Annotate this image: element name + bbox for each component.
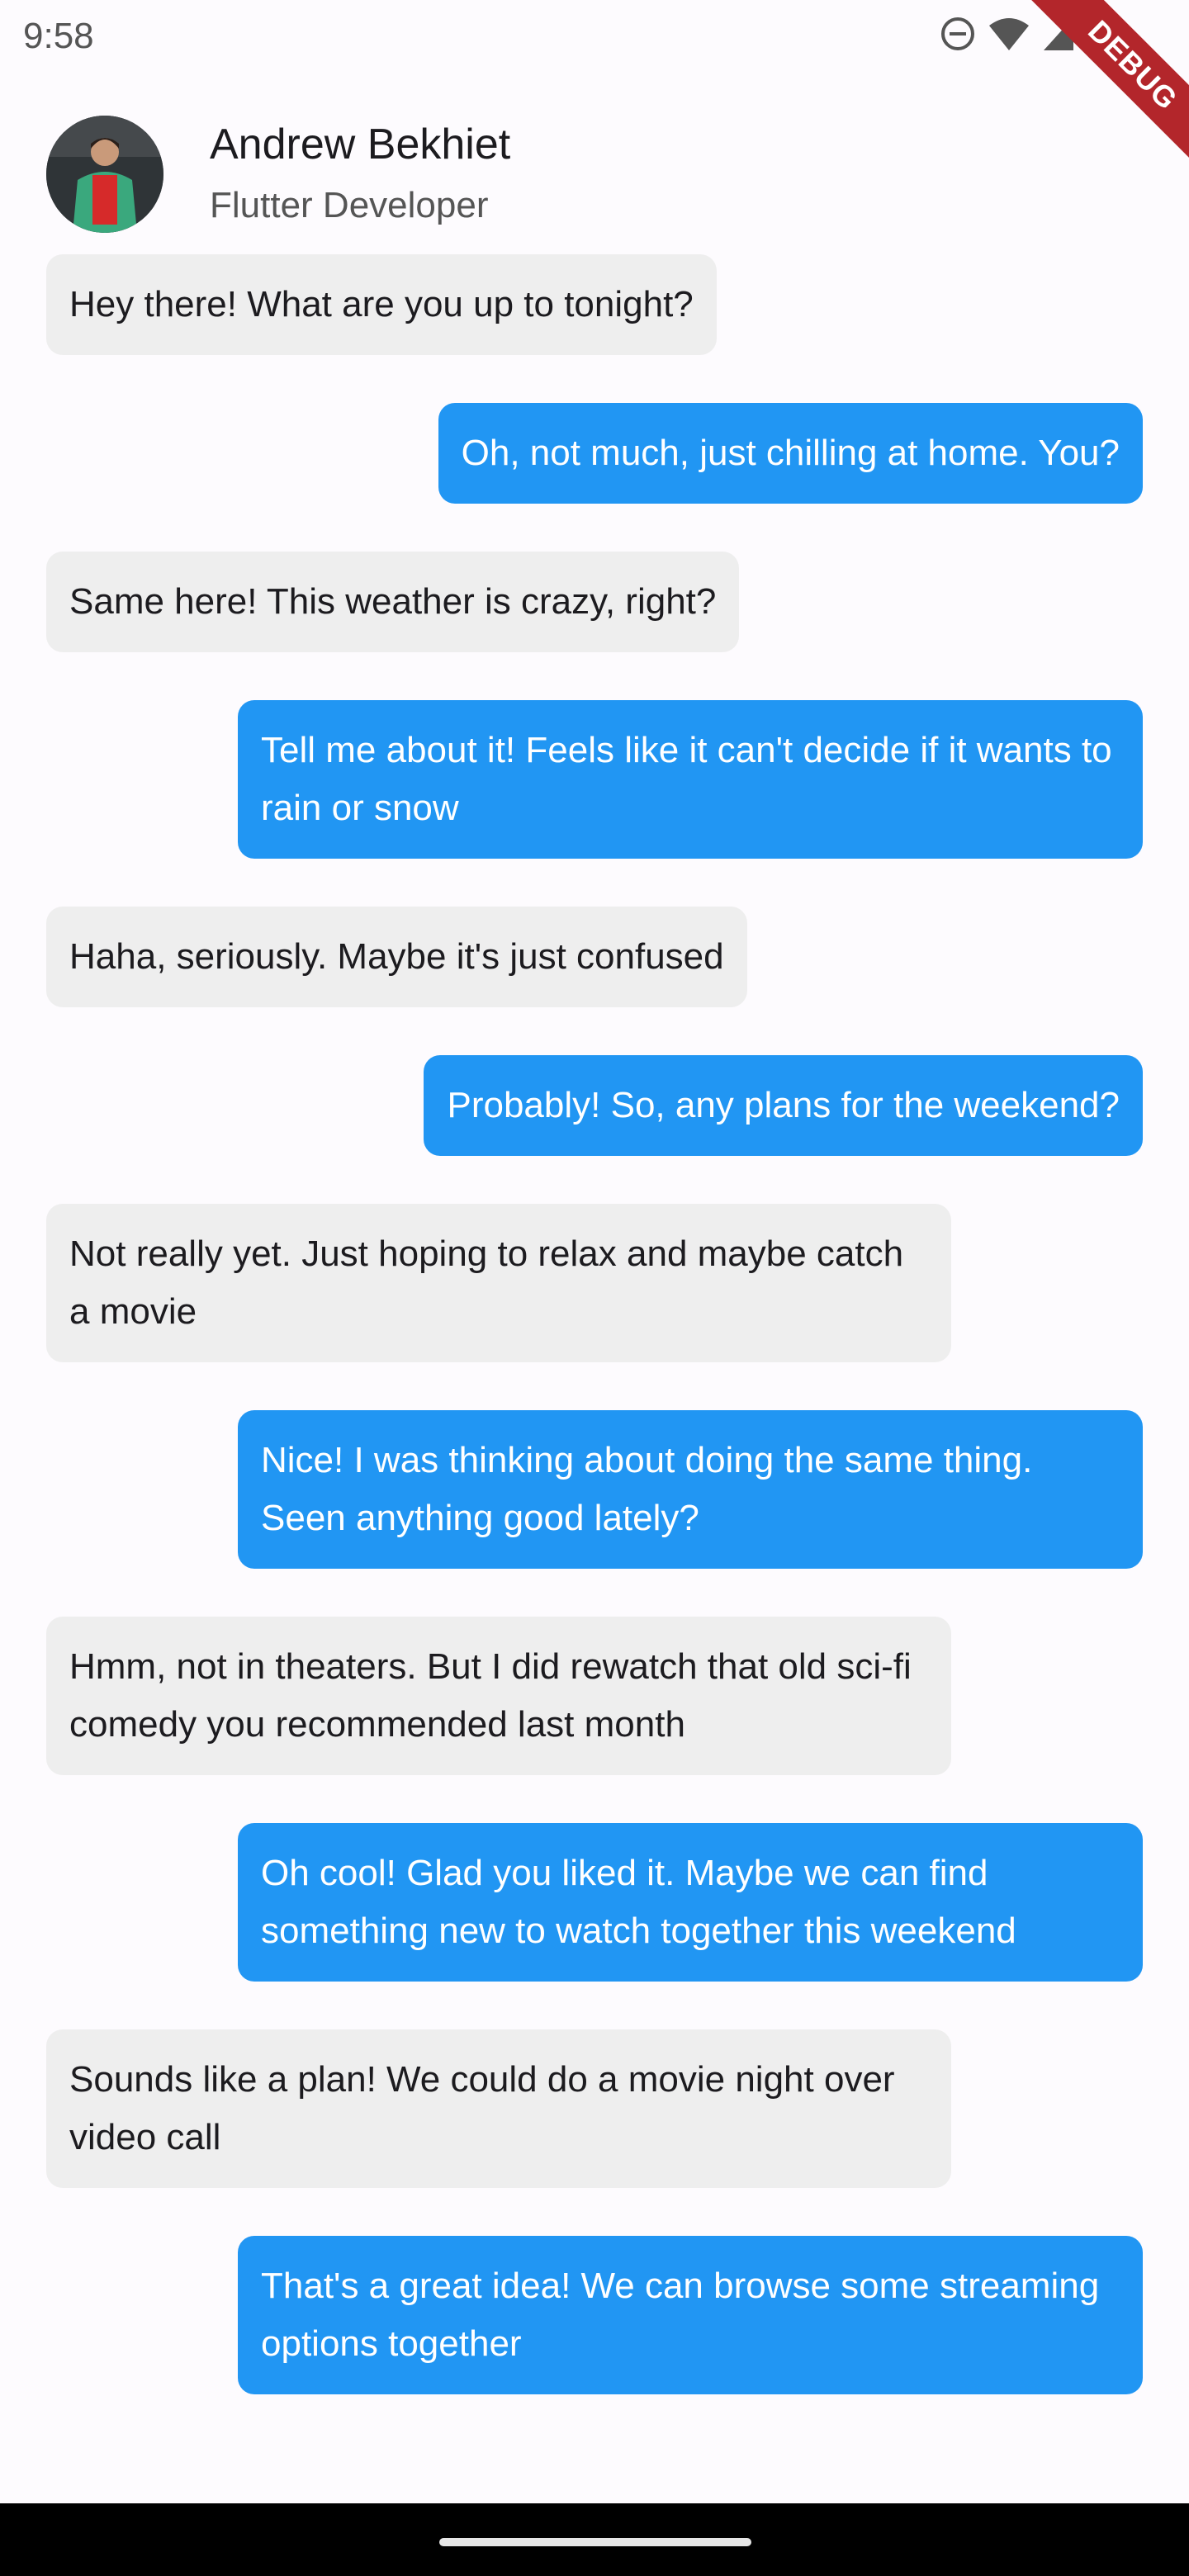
home-gesture-handle[interactable]	[439, 2538, 751, 2546]
do-not-disturb-icon	[940, 16, 976, 52]
avatar[interactable]	[46, 116, 163, 233]
message-row: Oh, not much, just chilling at home. You…	[0, 403, 1189, 504]
outgoing-message-bubble[interactable]: Oh, not much, just chilling at home. You…	[438, 403, 1143, 504]
chat-screen: 9:58 DEBUG Andrew Bekhiet Flutter Develo…	[0, 0, 1189, 2576]
message-row: Hey there! What are you up to tonight?	[0, 254, 1189, 355]
wifi-icon	[988, 16, 1030, 52]
outgoing-message-bubble[interactable]: Oh cool! Glad you liked it. Maybe we can…	[238, 1823, 1143, 1982]
incoming-message-bubble[interactable]: Hey there! What are you up to tonight?	[46, 254, 717, 355]
message-row: Probably! So, any plans for the weekend?	[0, 1055, 1189, 1156]
system-navigation-bar	[0, 2503, 1189, 2576]
contact-name: Andrew Bekhiet	[210, 121, 511, 168]
message-row: Nice! I was thinking about doing the sam…	[0, 1410, 1189, 1569]
incoming-message-bubble[interactable]: Hmm, not in theaters. But I did rewatch …	[46, 1617, 951, 1775]
incoming-message-bubble[interactable]: Same here! This weather is crazy, right?	[46, 552, 740, 652]
message-list[interactable]: Hey there! What are you up to tonight? O…	[0, 254, 1189, 2482]
cell-signal-icon	[1042, 16, 1075, 52]
status-bar: 9:58	[0, 0, 1189, 74]
message-row: Tell me about it! Feels like it can't de…	[0, 700, 1189, 859]
message-row: Hmm, not in theaters. But I did rewatch …	[0, 1617, 1189, 1775]
outgoing-message-bubble[interactable]: Nice! I was thinking about doing the sam…	[238, 1410, 1143, 1569]
status-icons	[940, 15, 1106, 53]
outgoing-message-bubble[interactable]: Probably! So, any plans for the weekend?	[424, 1055, 1143, 1156]
incoming-message-bubble[interactable]: Sounds like a plan! We could do a movie …	[46, 2029, 951, 2188]
message-row: Sounds like a plan! We could do a movie …	[0, 2029, 1189, 2188]
incoming-message-bubble[interactable]: Haha, seriously. Maybe it's just confuse…	[46, 907, 747, 1007]
message-row: Not really yet. Just hoping to relax and…	[0, 1204, 1189, 1362]
incoming-message-bubble[interactable]: Not really yet. Just hoping to relax and…	[46, 1204, 951, 1362]
contact-role: Flutter Developer	[210, 185, 489, 225]
outgoing-message-bubble[interactable]: Tell me about it! Feels like it can't de…	[238, 700, 1143, 859]
message-row: Oh cool! Glad you liked it. Maybe we can…	[0, 1823, 1189, 1982]
message-row: Haha, seriously. Maybe it's just confuse…	[0, 907, 1189, 1007]
outgoing-message-bubble[interactable]: That's a great idea! We can browse some …	[238, 2236, 1143, 2394]
message-row: Same here! This weather is crazy, right?	[0, 552, 1189, 652]
battery-icon	[1087, 15, 1106, 53]
header-text: Andrew Bekhiet Flutter Developer	[210, 118, 510, 230]
status-time: 9:58	[23, 16, 94, 56]
message-row: That's a great idea! We can browse some …	[0, 2236, 1189, 2394]
avatar-photo	[46, 116, 163, 233]
chat-header: Andrew Bekhiet Flutter Developer	[46, 116, 510, 233]
